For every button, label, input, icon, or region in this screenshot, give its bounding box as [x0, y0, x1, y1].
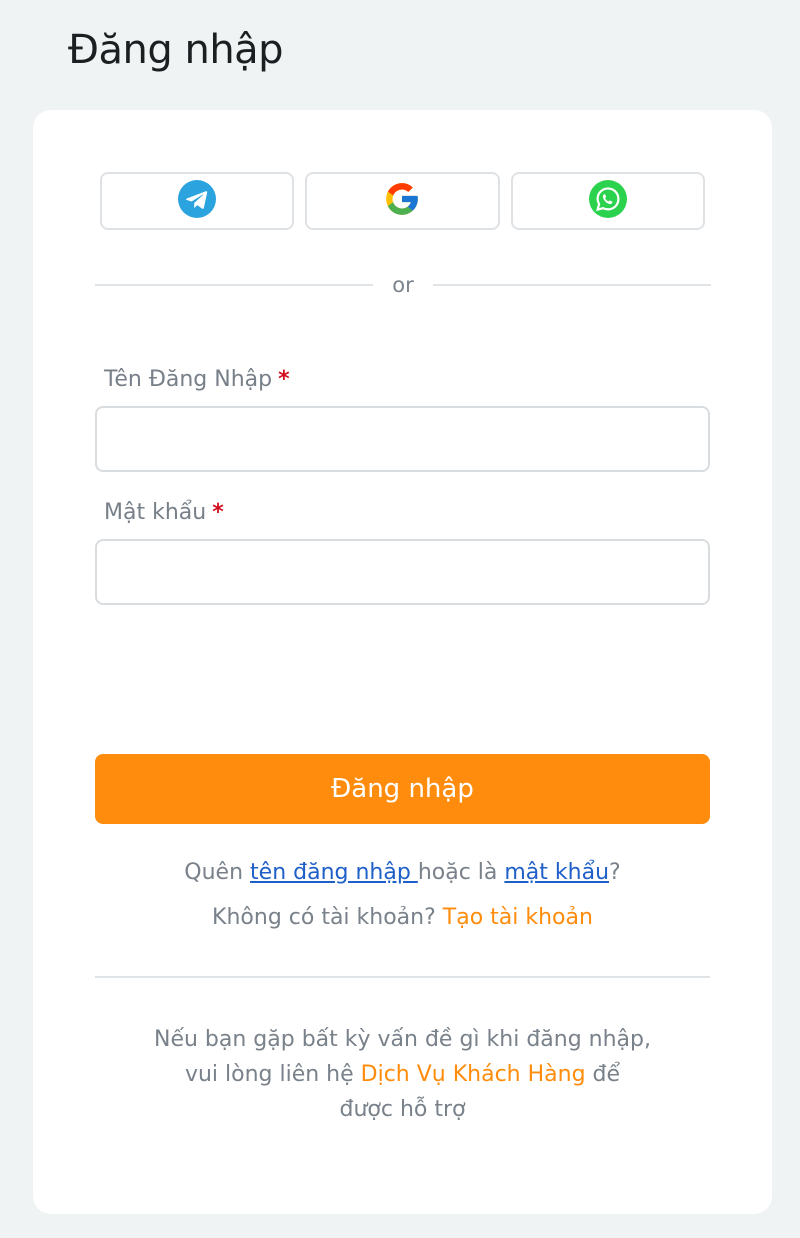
username-label: Tên Đăng Nhập * [104, 365, 290, 395]
whatsapp-icon [588, 180, 627, 222]
support-line-2: vui lòng liên hệ Dịch Vụ Khách Hàng để [33, 1057, 772, 1092]
telegram-login-button[interactable] [100, 172, 295, 230]
forgot-username-link[interactable]: tên đăng nhập [250, 860, 418, 885]
forgot-middle: hoặc là [417, 860, 505, 885]
whatsapp-login-button[interactable] [510, 172, 705, 230]
forgot-credentials-line: Quên tên đăng nhập hoặc là mật khẩu? [33, 857, 772, 889]
support-line-3: được hỗ trợ [339, 1097, 466, 1122]
forgot-password-link[interactable]: mật khẩu [504, 860, 609, 885]
create-account-line: Không có tài khoản? Tạo tài khoản [33, 902, 772, 934]
password-label: Mật khẩu * [104, 498, 224, 528]
page-title: Đăng nhập [68, 27, 284, 73]
support-line-1: Nếu bạn gặp bất kỳ vấn đề gì khi đăng nh… [154, 1027, 651, 1052]
username-input[interactable] [95, 406, 710, 472]
password-input[interactable] [95, 539, 710, 605]
login-card: or Tên Đăng Nhập * Mật khẩu * Đăng nhập Qu… [33, 110, 772, 1214]
no-account-text: Không có tài khoản? [212, 905, 443, 930]
password-label-text: Mật khẩu [104, 500, 207, 525]
section-divider [95, 976, 710, 978]
forgot-prefix: Quên [184, 860, 251, 885]
username-label-text: Tên Đăng Nhập [104, 367, 273, 392]
google-login-button[interactable] [305, 172, 500, 230]
required-mark: * [212, 500, 224, 525]
google-icon [383, 180, 421, 222]
support-message: Nếu bạn gặp bất kỳ vấn đề gì khi đăng nh… [33, 1022, 772, 1127]
divider-line-right [433, 284, 711, 286]
forgot-suffix: ? [609, 860, 621, 885]
support-line-2-prefix: vui lòng liên hệ [184, 1062, 361, 1087]
or-divider: or [95, 270, 711, 300]
create-account-link[interactable]: Tạo tài khoản [443, 905, 593, 930]
telegram-icon [178, 180, 217, 222]
customer-service-link[interactable]: Dịch Vụ Khách Hàng [361, 1062, 586, 1087]
social-login-row [100, 172, 705, 230]
login-submit-button[interactable]: Đăng nhập [95, 754, 710, 824]
required-mark: * [278, 367, 290, 392]
support-line-2-suffix: để [585, 1062, 621, 1087]
